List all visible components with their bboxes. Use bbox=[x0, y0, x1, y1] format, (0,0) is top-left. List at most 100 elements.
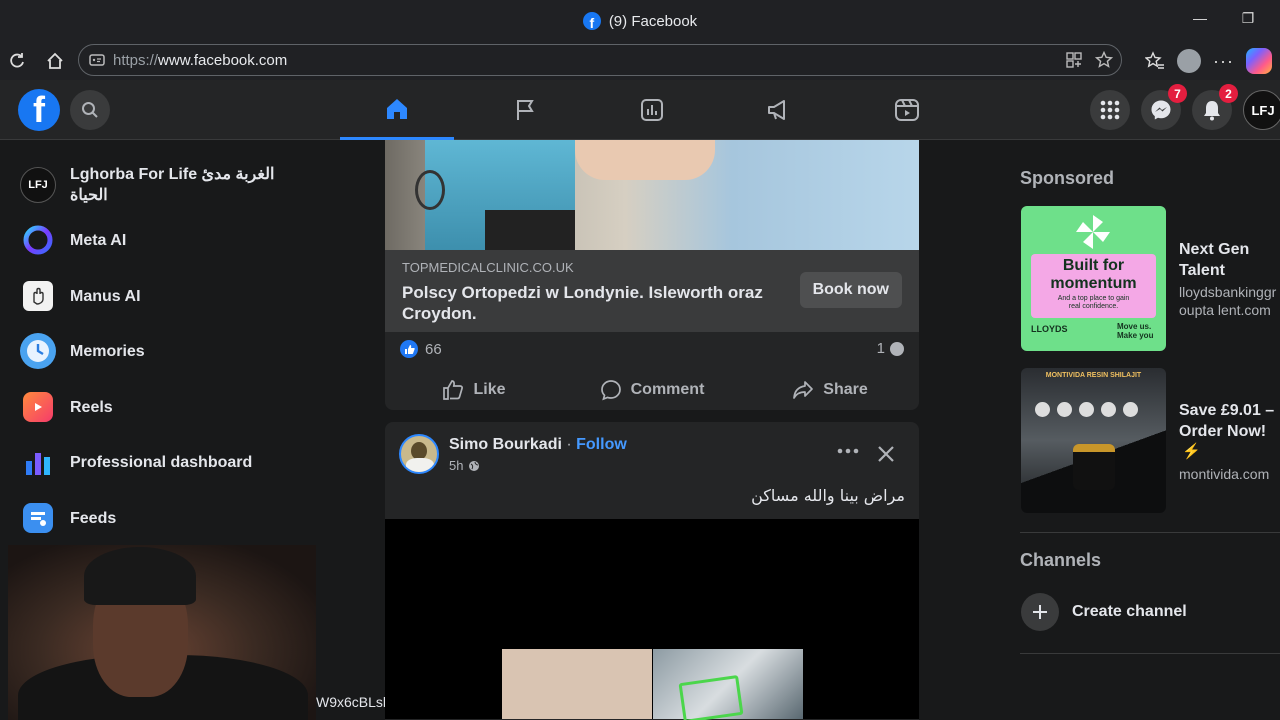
messenger-icon bbox=[1151, 100, 1171, 120]
refresh-icon[interactable] bbox=[6, 50, 28, 72]
ad-domain: montivida.com bbox=[1179, 466, 1270, 482]
home-icon[interactable] bbox=[44, 50, 66, 72]
manus-ai-icon bbox=[23, 281, 53, 311]
ad-image[interactable] bbox=[385, 140, 919, 250]
tab-ads[interactable] bbox=[722, 80, 836, 140]
like-button[interactable]: Like bbox=[385, 372, 563, 408]
share-button[interactable]: Share bbox=[741, 372, 919, 408]
lightning-emoji: ⚡ bbox=[1182, 443, 1201, 460]
ad-image-montivida[interactable]: MONTIVIDA RESIN SHILAJIT bbox=[1021, 368, 1166, 513]
meta-ai-icon bbox=[20, 222, 56, 258]
feeds-icon bbox=[23, 503, 53, 533]
link-preview[interactable]: TOPMEDICALCLINIC.CO.UK Polscy Ortopedzi … bbox=[385, 250, 919, 332]
post-video[interactable] bbox=[385, 519, 919, 720]
messenger-badge: 7 bbox=[1168, 84, 1187, 103]
favorites-icon[interactable] bbox=[1145, 51, 1165, 71]
facebook-header: f 7 2 LFJ bbox=[0, 80, 1280, 140]
post-timestamp[interactable]: 5h bbox=[449, 458, 480, 473]
tab-dashboard[interactable] bbox=[595, 80, 709, 140]
favorite-star-icon[interactable] bbox=[1095, 51, 1113, 69]
clock-icon bbox=[20, 333, 56, 369]
search-button[interactable] bbox=[70, 90, 110, 130]
reaction-summary[interactable]: 66 bbox=[400, 340, 442, 358]
sidebar-item-feeds[interactable]: Feeds bbox=[20, 500, 320, 536]
sidebar-item-manus-ai[interactable]: Manus AI bbox=[20, 278, 320, 314]
sidebar-item-label: Memories bbox=[70, 342, 145, 360]
ad-title[interactable]: Save £9.01 – Order Now! bbox=[1179, 400, 1280, 442]
thumbs-up-icon bbox=[443, 380, 464, 400]
post-actions: Like Comment Share bbox=[385, 372, 919, 408]
more-options-icon[interactable] bbox=[837, 446, 859, 456]
author-name[interactable]: Simo Bourkadi bbox=[449, 436, 562, 453]
bell-icon bbox=[1204, 101, 1220, 121]
like-label: Like bbox=[473, 381, 506, 398]
ad-domain: lloydsbankinggroupta lent.com bbox=[1179, 284, 1277, 318]
sidebar-item-reels[interactable]: Reels bbox=[20, 389, 320, 425]
browser-profile-avatar[interactable] bbox=[1177, 49, 1202, 73]
globe-icon bbox=[469, 460, 480, 471]
create-channel-label[interactable]: Create channel bbox=[1072, 603, 1187, 621]
ad-image-tagline: Move us. Make you bbox=[1117, 322, 1154, 340]
notifications-button[interactable]: 2 bbox=[1192, 84, 1238, 130]
facebook-logo-icon[interactable]: f bbox=[18, 89, 60, 131]
flag-icon bbox=[517, 100, 534, 120]
comments-count: 1 bbox=[876, 340, 885, 357]
feed-post: Simo Bourkadi · Follow 5h مراض بينا والل… bbox=[385, 422, 919, 720]
divider bbox=[1020, 653, 1280, 654]
ad-image-sub: And a top place to gain real confidence. bbox=[1057, 295, 1130, 310]
close-icon[interactable] bbox=[877, 445, 895, 463]
video-icon bbox=[895, 99, 919, 121]
ad-image-lloyds[interactable]: Built for momentum And a top place to ga… bbox=[1021, 206, 1166, 351]
post-author-line: Simo Bourkadi · Follow bbox=[449, 436, 627, 454]
link-title: Polscy Ortopedzi w Londynie. Isleworth o… bbox=[402, 283, 763, 323]
minimize-button[interactable]: — bbox=[1190, 10, 1210, 26]
comment-button[interactable]: Comment bbox=[563, 372, 741, 408]
post-time: 5h bbox=[449, 458, 464, 473]
ad-image-headline: Built for momentum bbox=[1050, 257, 1137, 292]
tab-home[interactable] bbox=[340, 80, 454, 140]
plus-icon bbox=[1033, 605, 1047, 619]
profile-avatar[interactable]: LFJ bbox=[1243, 90, 1280, 130]
follow-button[interactable]: Follow bbox=[576, 436, 627, 453]
likes-count: 66 bbox=[425, 340, 442, 358]
sidebar-item-profile[interactable]: LFJ Lghorba For Life الغربة مدئ الحياة bbox=[20, 164, 320, 206]
tab-video[interactable] bbox=[850, 80, 964, 140]
home-icon bbox=[387, 98, 407, 119]
video-frame-right bbox=[653, 649, 803, 720]
copilot-icon[interactable] bbox=[1246, 48, 1272, 74]
sidebar-item-label: Lghorba For Life الغربة مدئ الحياة bbox=[70, 166, 275, 204]
more-options-icon[interactable]: ··· bbox=[1213, 51, 1234, 72]
comment-label: Comment bbox=[630, 381, 705, 398]
book-now-button[interactable]: Book now bbox=[799, 272, 902, 308]
pinwheel-icon bbox=[1076, 215, 1110, 249]
menu-button[interactable] bbox=[1090, 90, 1130, 130]
chart-icon bbox=[641, 99, 663, 121]
sidebar-item-memories[interactable]: Memories bbox=[20, 333, 320, 369]
address-bar[interactable]: https://www.facebook.com bbox=[78, 44, 1122, 76]
share-icon bbox=[793, 381, 814, 399]
notifications-badge: 2 bbox=[1219, 84, 1238, 103]
sponsored-heading: Sponsored bbox=[1020, 168, 1115, 188]
author-avatar[interactable] bbox=[399, 434, 439, 474]
comments-count-link[interactable]: 1 bbox=[877, 340, 905, 357]
create-channel-button[interactable] bbox=[1021, 593, 1059, 631]
ad-image-headline: MONTIVIDA RESIN SHILAJIT bbox=[1045, 372, 1142, 379]
ad-image-brand: LLOYDS bbox=[1031, 324, 1068, 334]
browser-tab[interactable]: f (9) Facebook bbox=[582, 12, 697, 30]
messenger-button[interactable]: 7 bbox=[1141, 84, 1187, 130]
app-grid-icon[interactable] bbox=[1065, 51, 1083, 69]
lock-icon bbox=[89, 54, 105, 66]
sidebar-item-professional-dashboard[interactable]: Professional dashboard bbox=[20, 444, 320, 480]
comment-icon bbox=[600, 380, 621, 401]
url-text: https://www.facebook.com bbox=[113, 51, 288, 69]
ad-title[interactable]: Next Gen Talent bbox=[1179, 239, 1280, 281]
sidebar-item-meta-ai[interactable]: Meta AI bbox=[20, 222, 320, 258]
dashboard-chart-icon bbox=[20, 444, 56, 480]
restore-button[interactable]: ❐ bbox=[1238, 10, 1258, 27]
tab-pages[interactable] bbox=[468, 80, 582, 140]
like-reaction-icon bbox=[400, 340, 418, 358]
sidebar-item-label: Meta AI bbox=[70, 231, 127, 249]
link-domain: TOPMEDICALCLINIC.CO.UK bbox=[402, 260, 574, 275]
sidebar-item-label: Manus AI bbox=[70, 287, 141, 305]
right-sidebar: Sponsored Built for momentum And a top p… bbox=[1004, 140, 1280, 720]
